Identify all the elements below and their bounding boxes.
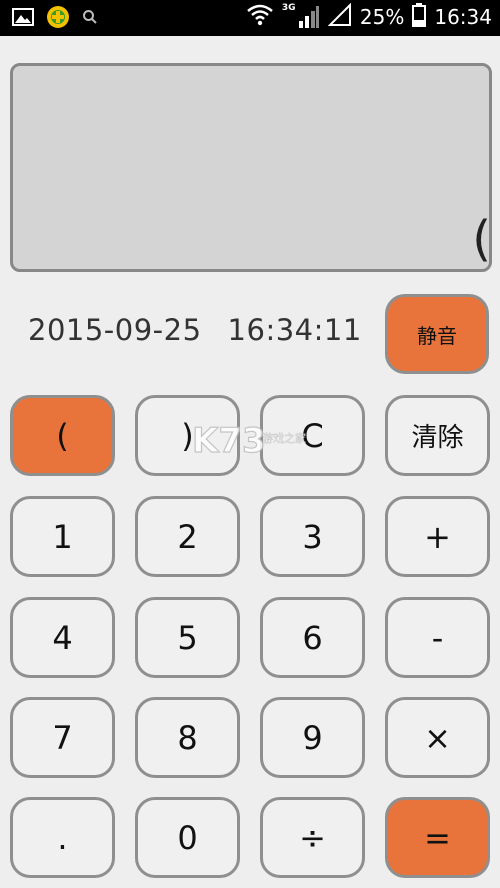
status-time: 16:34 <box>434 5 492 29</box>
battery-percent: 25% <box>359 5 405 29</box>
digit-8-button[interactable]: 8 <box>135 697 240 778</box>
minus-button[interactable]: - <box>385 597 490 678</box>
calculator-display: ( <box>10 63 492 272</box>
plus-button[interactable]: + <box>385 496 490 577</box>
digit-2-button[interactable]: 2 <box>135 496 240 577</box>
datetime-readout: 2015-09-25 16:34:11 <box>28 313 362 347</box>
equals-button[interactable]: = <box>385 797 490 878</box>
digit-0-button[interactable]: 0 <box>135 797 240 878</box>
divide-button[interactable]: ÷ <box>260 797 365 878</box>
digit-5-button[interactable]: 5 <box>135 597 240 678</box>
digit-1-button[interactable]: 1 <box>10 496 115 577</box>
open-paren-button[interactable]: ( <box>10 395 115 476</box>
digit-3-button[interactable]: 3 <box>260 496 365 577</box>
status-bar: 3G 25% 16:34 <box>0 0 500 36</box>
multiply-button[interactable]: × <box>385 697 490 778</box>
decimal-point-button[interactable]: . <box>10 797 115 878</box>
close-paren-button[interactable]: ) <box>135 395 240 476</box>
app-badge-icon <box>46 5 70 33</box>
display-expression: ( <box>472 211 491 267</box>
digit-9-button[interactable]: 9 <box>260 697 365 778</box>
digit-6-button[interactable]: 6 <box>260 597 365 678</box>
digit-4-button[interactable]: 4 <box>10 597 115 678</box>
signal-icon: 3G <box>282 3 320 31</box>
mute-button[interactable]: 静音 <box>385 294 489 374</box>
c-button[interactable]: C <box>260 395 365 476</box>
search-icon <box>82 9 98 29</box>
battery-icon <box>412 3 427 31</box>
date-text: 2015-09-25 <box>28 313 202 347</box>
digit-7-button[interactable]: 7 <box>10 697 115 778</box>
wifi-icon <box>246 4 274 30</box>
time-text: 16:34:11 <box>227 313 362 347</box>
clear-button[interactable]: 清除 <box>385 395 490 476</box>
network-type: 3G <box>281 3 296 13</box>
image-icon <box>12 7 34 31</box>
signal-triangle-icon <box>327 2 352 31</box>
